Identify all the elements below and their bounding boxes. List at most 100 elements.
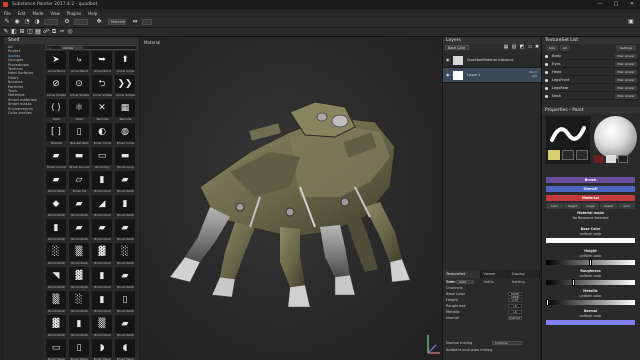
shelf-thumbnail[interactable]: [ ] Bracket (46, 123, 67, 147)
shelf-thumbnail[interactable]: ▭ Brush Dry (92, 147, 113, 171)
add-layer-icon[interactable]: ▦ (503, 44, 509, 50)
shader-select[interactable]: Main shader (615, 78, 637, 83)
shelf-thumbnail[interactable]: ✕ Barcode (92, 99, 113, 123)
shelf-thumbnail[interactable]: ▮ Brush Paint (69, 315, 90, 339)
shelf-thumbnail[interactable]: ▓ Brush Paint (92, 243, 113, 267)
shelf-thumbnail[interactable]: ▒ Brush Paint (92, 315, 113, 339)
channel-format-select[interactable]: L16F (508, 298, 522, 302)
tab-viewer-settings[interactable]: Viewer Settin (481, 270, 509, 284)
brush-section-bar[interactable]: Brush (546, 177, 635, 183)
shelf-filter-pill[interactable]: Alphas (61, 46, 83, 50)
channel-format-select[interactable]: L8 (508, 310, 522, 314)
all-button[interactable]: All (560, 45, 570, 51)
shelf-thumbnail[interactable]: ➥ Arrow Bend (92, 51, 113, 75)
menu-edit[interactable]: Edit (18, 11, 26, 16)
shelf-thumbnail[interactable]: ▬ Brush Ground (69, 147, 90, 171)
channel-format-select[interactable]: RGB16F (508, 316, 522, 320)
shelf-thumbnail[interactable]: ▓ Brush Paint (46, 315, 67, 339)
textureset-row[interactable]: LegsFront Main shader (542, 77, 640, 84)
channel-toggle-button[interactable]: nrm (618, 203, 635, 209)
symmetry-field[interactable] (142, 19, 152, 25)
layout-icon[interactable]: ▣ (628, 19, 634, 25)
shelf-thumbnail[interactable]: ▮ Brush Paint (92, 171, 113, 195)
brush-thumb-icon[interactable] (548, 150, 560, 160)
channel-select[interactable]: Base Color (445, 45, 469, 50)
menu-file[interactable]: File (4, 11, 11, 16)
maximize-button[interactable]: □ (608, 0, 624, 9)
size-select[interactable]: 2048 (456, 280, 474, 284)
menu-view[interactable]: View (50, 11, 60, 16)
shelf-thumbnail[interactable]: ░ Brush Paint (46, 243, 67, 267)
visibility-dot-icon[interactable] (545, 55, 548, 58)
alpha-thumb-icon[interactable] (562, 150, 574, 160)
shelf-thumbnail[interactable]: ⊘ Arrow Simple (46, 75, 67, 99)
paint-brush-icon[interactable]: ✎ (4, 19, 10, 25)
delete-layer-icon[interactable]: ✖ (534, 44, 540, 50)
shelf-thumbnail[interactable]: ▒ Brush Paint (69, 243, 90, 267)
shelf-thumbnail[interactable]: ▰ Brush Paint (69, 195, 90, 219)
shelf-thumbnail[interactable]: ▮ Brush Paint (46, 219, 67, 243)
tab-textureset-settings[interactable]: TextureSet Settin… (443, 270, 481, 284)
bake-icon[interactable]: ◎ (67, 29, 73, 35)
shelf-thumbnail[interactable]: ⬆ Arrow Circle (115, 51, 136, 75)
shader-select[interactable]: Main shader (615, 62, 637, 67)
shelf-thumbnail[interactable]: ▯ Brush Paint (115, 291, 136, 315)
shelf-thumbnail[interactable]: ⟨ ⟩ Atom (46, 99, 67, 123)
lazy-mouse-icon[interactable]: ✥ (96, 19, 102, 25)
channel-toggle-button[interactable]: color (546, 203, 563, 209)
close-button[interactable]: ✕ (624, 0, 640, 9)
shelf-thumbnail[interactable]: ▰ Brush Wide (46, 171, 67, 195)
material-section-bar[interactable]: Material (546, 195, 635, 201)
visibility-dot-icon[interactable] (545, 63, 548, 66)
shelf-thumbnail[interactable]: ⊙ Arrow Simple (69, 75, 90, 99)
material-thumb-icon[interactable] (618, 155, 628, 163)
shelf-thumbnail[interactable]: ░ Brush Paint (69, 291, 90, 315)
shader-select[interactable]: Main shader (615, 70, 637, 75)
visibility-dot-icon[interactable] (545, 87, 548, 90)
layer-row-material-instance[interactable]: ◉ QuadbotMaterial instance (443, 53, 541, 68)
metallic-slider-handle[interactable] (546, 299, 549, 306)
shelf-thumbnail[interactable]: ▮ Brush Paint (92, 267, 113, 291)
shelf-thumbnail[interactable]: ▮ Brush Paint (92, 291, 113, 315)
color-picker-icon[interactable]: ✑ (59, 29, 65, 35)
shelf-thumbnail[interactable]: ⚛ Atom (69, 99, 90, 123)
brush-tool-icon[interactable]: ✎ (3, 29, 9, 35)
channel-format-select[interactable]: L8 (508, 304, 522, 308)
shelf-thumbnail[interactable]: ▭ Brush Paper (46, 339, 67, 360)
height-slider[interactable] (546, 259, 635, 266)
shelf-thumbnail[interactable]: ▰ Brush Paint (115, 171, 136, 195)
textureset-row[interactable]: LegsRear Main shader (542, 85, 640, 92)
metallic-slider[interactable] (546, 299, 635, 306)
shelf-thumbnail[interactable]: ▒ Brush Paint (46, 291, 67, 315)
shelf-thumbnail[interactable]: ▰ Brush Paint (115, 315, 136, 339)
shelf-thumbnail[interactable]: ◗ Brush Paper (92, 339, 113, 360)
tab-display-settings[interactable]: Display Setting (509, 270, 540, 284)
roughness-slider[interactable] (546, 279, 635, 286)
robot-model[interactable] (140, 37, 442, 360)
stroke-opacity-icon[interactable]: ◑ (34, 19, 40, 25)
normal-mixing-select[interactable]: Combine (492, 341, 522, 345)
textureset-row[interactable]: Eyes Main shader (542, 61, 640, 68)
shelf-thumbnail[interactable]: ▮ Brush Paint (115, 195, 136, 219)
spacing-icon[interactable]: ⚙ (64, 19, 70, 25)
menu-plugins[interactable]: Plugins (67, 11, 81, 16)
polygon-fill-icon[interactable]: ▤ (35, 29, 41, 35)
channel-format-select[interactable]: RGB8 sRGB (508, 292, 522, 299)
add-mask-icon[interactable]: ◩ (519, 44, 525, 50)
stencil-thumb-icon[interactable] (576, 150, 588, 160)
size-icon[interactable]: ◉ (14, 19, 20, 25)
base-color-swatch[interactable] (546, 238, 635, 243)
textureset-row[interactable]: Head Main shader (542, 69, 640, 76)
projection-tool-icon[interactable]: ⊞ (19, 29, 25, 35)
normal-swatch[interactable] (546, 320, 635, 325)
shelf-thumbnail[interactable]: ◆ Brush Paint (46, 195, 67, 219)
menu-help[interactable]: Help (88, 11, 97, 16)
solo-button[interactable]: Solo (546, 45, 558, 51)
layer-row-layer-1[interactable]: ◉ Layer 1 Norm 100 (443, 68, 541, 83)
shelf-thumbnail[interactable]: ◥ Brush Paint (46, 267, 67, 291)
shader-select[interactable]: Main shader (615, 94, 637, 99)
geometry-mask-icon[interactable]: ◫ (27, 29, 33, 35)
shader-select[interactable]: Main shader (615, 86, 637, 91)
channel-toggle-button[interactable]: metal (600, 203, 617, 209)
shelf-search-input[interactable]: ⌕ Alphas (46, 45, 138, 50)
